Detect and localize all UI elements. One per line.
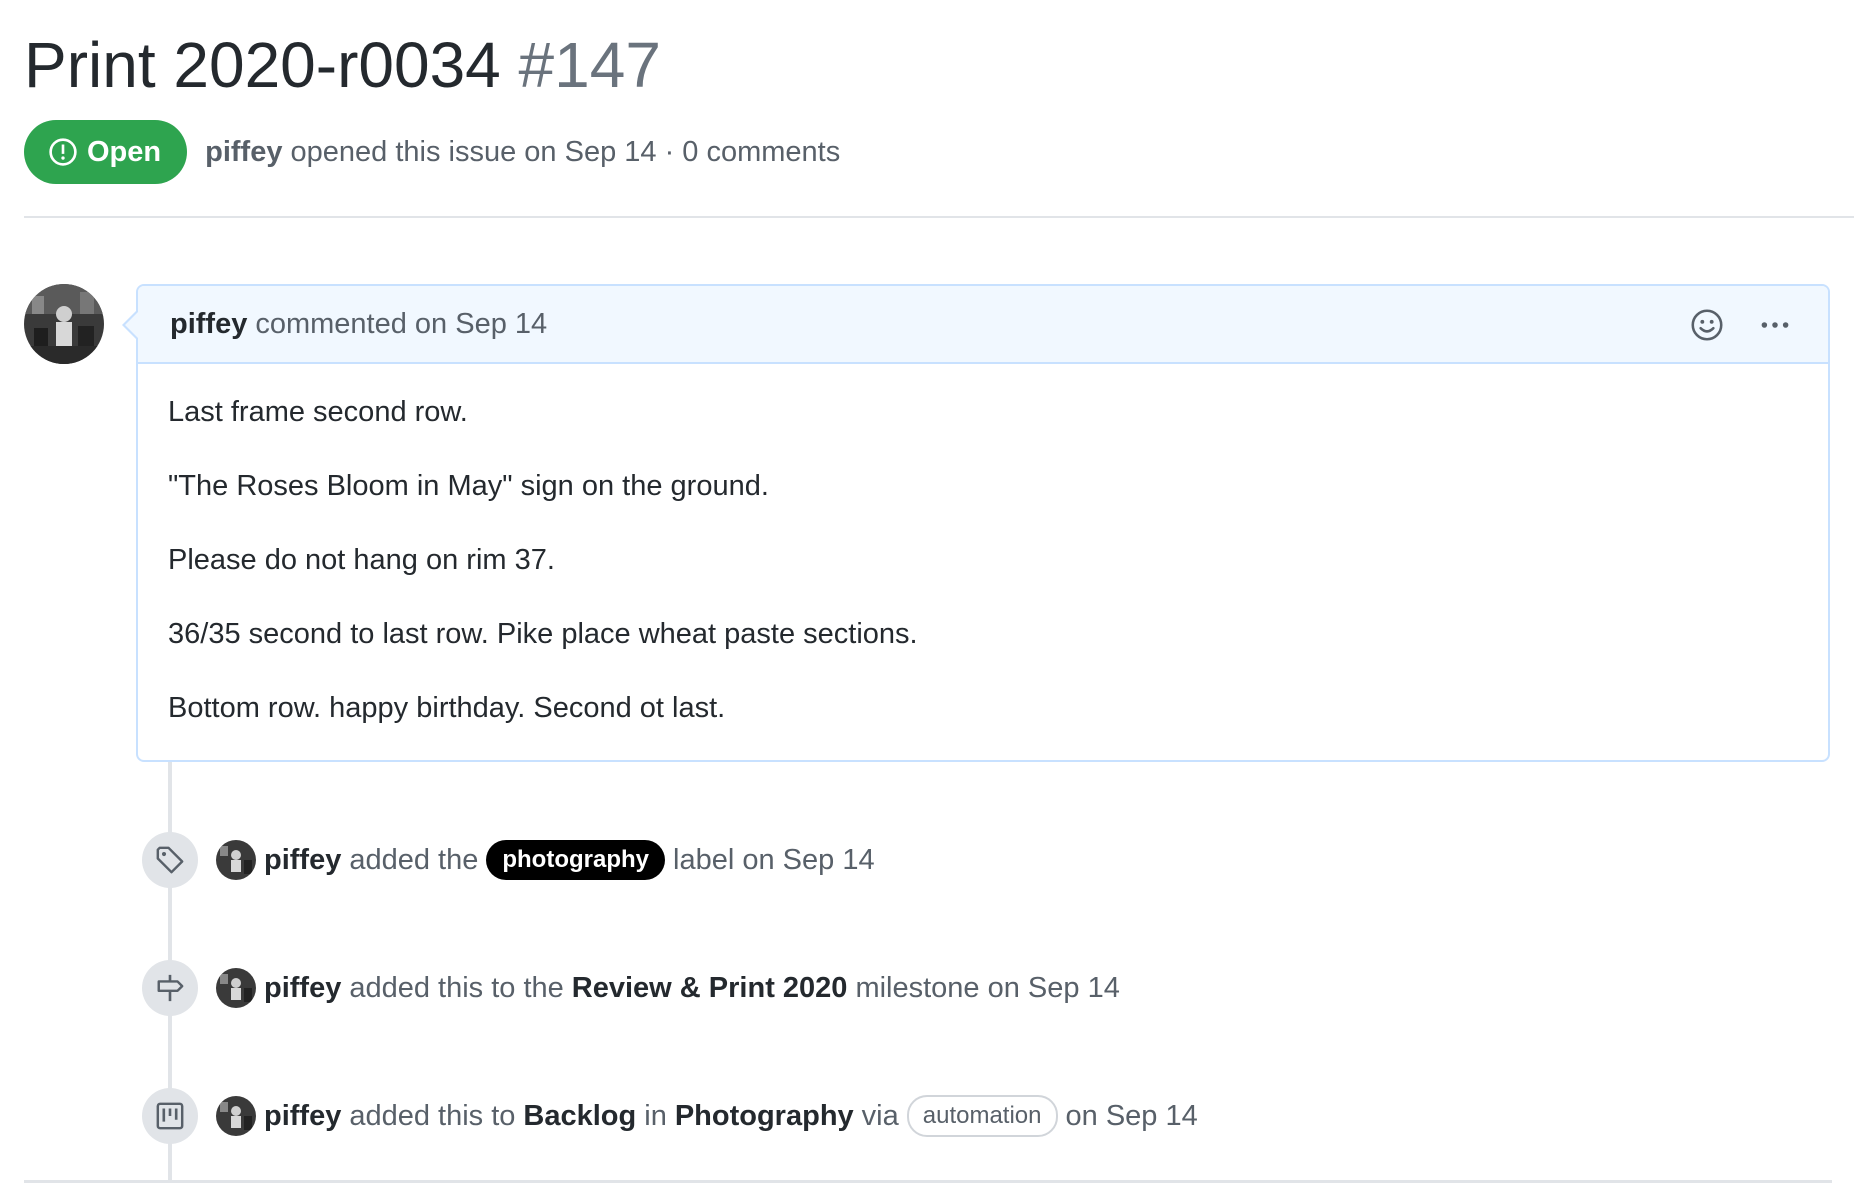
project-link[interactable]: Photography	[675, 1100, 854, 1133]
timeline-label-event: piffey added the photography label on Se…	[142, 832, 875, 888]
comment-body: Last frame second row. "The Roses Bloom …	[138, 364, 1828, 728]
comment-paragraph: Last frame second row.	[168, 396, 468, 428]
milestone-link[interactable]: Review & Print 2020	[572, 972, 848, 1005]
milestone-icon	[142, 960, 198, 1016]
state-badge: Open	[24, 120, 188, 184]
timeline-divider	[24, 1180, 1832, 1183]
issue-meta: piffey opened this issue on Sep 14 · 0 c…	[205, 136, 840, 169]
comment-paragraph: Please do not hang on rim 37.	[168, 544, 555, 576]
issue-title-text: Print 2020-r0034	[24, 29, 501, 101]
label-photography[interactable]: photography	[486, 840, 666, 880]
event-author-link[interactable]: piffey	[264, 844, 341, 877]
comment-paragraph: "The Roses Bloom in May" sign on the gro…	[168, 470, 769, 502]
state-label: Open	[87, 135, 162, 168]
project-icon	[142, 1088, 198, 1144]
event-text: added this to	[349, 1099, 516, 1132]
event-text: added the	[349, 843, 479, 876]
issue-number: #147	[518, 29, 661, 101]
comment-header-text: commented on Sep 14	[255, 307, 548, 340]
issue-opened-icon	[49, 138, 77, 166]
avatar[interactable]	[24, 284, 104, 364]
event-text: milestone on Sep 14	[855, 971, 1120, 1004]
comment-paragraph: Bottom row. happy birthday. Second ot la…	[168, 692, 726, 724]
automation-badge: automation	[906, 1095, 1058, 1137]
timeline-milestone-event: piffey added this to the Review & Print …	[142, 960, 1120, 1016]
comment-actions	[1690, 308, 1792, 342]
issue-page: Print 2020-r0034 #147 Open piffey opened…	[0, 0, 1854, 1200]
event-text: label on Sep 14	[673, 843, 875, 876]
tag-icon	[142, 832, 198, 888]
comment-arrow-inner	[125, 312, 138, 338]
event-text: added this to the	[349, 971, 564, 1004]
issue-state-row: Open piffey opened this issue on Sep 14 …	[24, 120, 840, 184]
event-text: on Sep 14	[1065, 1099, 1198, 1132]
comment-header: piffey commented on Sep 14	[138, 286, 1828, 364]
header-divider	[24, 216, 1854, 218]
avatar[interactable]	[216, 968, 256, 1008]
event-author-link[interactable]: piffey	[264, 1100, 341, 1133]
event-text: via	[861, 1099, 899, 1132]
issue-opened-text: opened this issue on Sep 14 · 0 comments	[290, 135, 841, 168]
smiley-icon[interactable]	[1690, 308, 1724, 342]
comment-box: piffey commented on Sep 14 Last frame se…	[136, 284, 1830, 762]
project-column-link[interactable]: Backlog	[523, 1100, 636, 1133]
event-text: in	[644, 1099, 667, 1132]
avatar[interactable]	[216, 1096, 256, 1136]
issue-author-link[interactable]: piffey	[205, 136, 282, 168]
avatar[interactable]	[216, 840, 256, 880]
comment-author-link[interactable]: piffey	[170, 308, 255, 341]
issue-title: Print 2020-r0034 #147	[24, 26, 661, 104]
comment-paragraph: 36/35 second to last row. Pike place whe…	[168, 618, 918, 650]
event-author-link[interactable]: piffey	[264, 972, 341, 1005]
kebab-horizontal-icon[interactable]	[1758, 308, 1792, 342]
timeline-project-event: piffey added this to Backlog in Photogra…	[142, 1088, 1198, 1144]
